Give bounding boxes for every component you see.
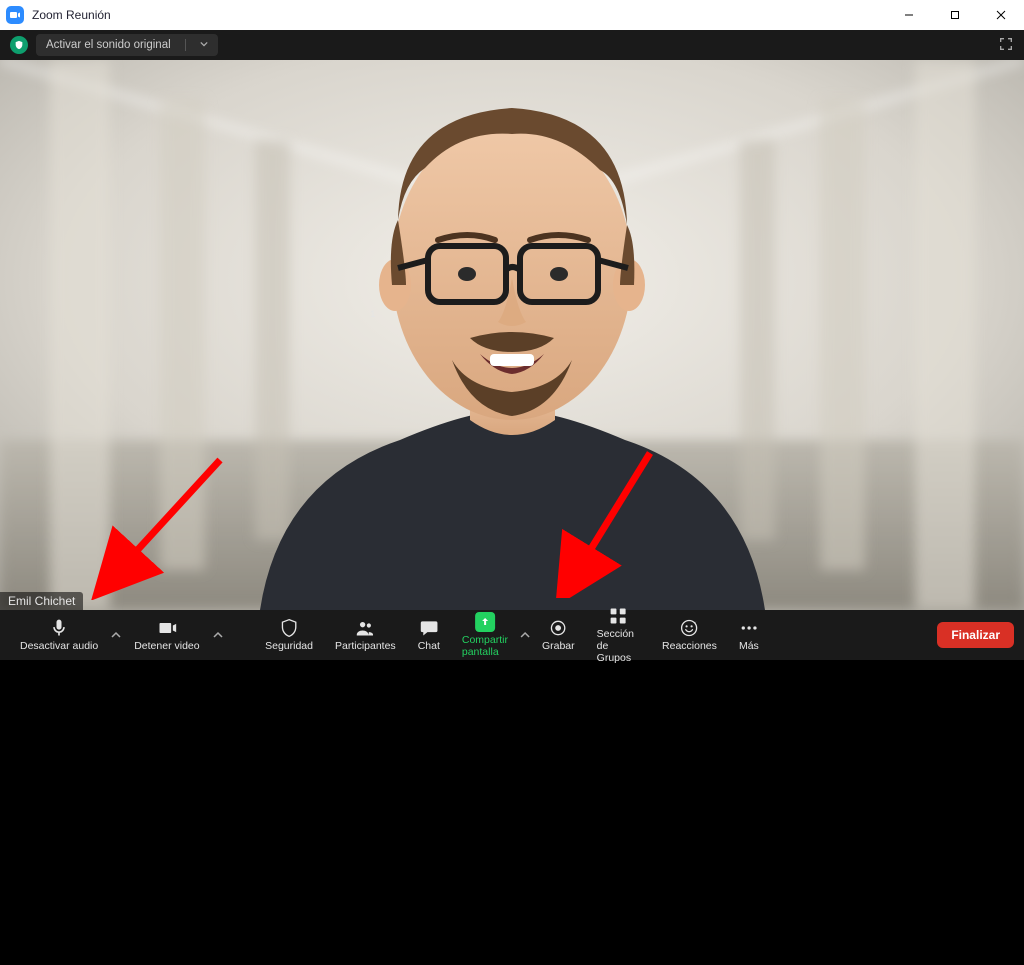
participants-button[interactable]: 1 Participantes	[325, 305, 406, 965]
meeting-top-bar: Activar el sonido original	[0, 30, 1024, 60]
window-minimize-button[interactable]	[886, 0, 932, 30]
original-sound-toggle[interactable]: Activar el sonido original	[36, 34, 218, 56]
participants-count: 1	[370, 309, 375, 319]
mute-label: Desactivar audio	[20, 640, 98, 652]
original-sound-label: Activar el sonido original	[46, 39, 171, 51]
end-meeting-button[interactable]: Finalizar	[937, 622, 1014, 648]
encryption-badge-icon[interactable]	[10, 36, 28, 54]
enter-fullscreen-button[interactable]	[998, 36, 1014, 55]
share-options-caret[interactable]	[520, 305, 530, 965]
share-label: Compartir pantalla	[462, 634, 508, 658]
share-icon	[475, 612, 495, 632]
security-button[interactable]: Seguridad	[255, 305, 323, 965]
chat-label: Chat	[418, 640, 440, 652]
breakout-rooms-button[interactable]: Sección de Grupos	[587, 305, 650, 965]
zoom-logo-icon	[6, 6, 24, 24]
mute-button[interactable]: Desactivar audio	[10, 610, 108, 660]
meeting-toolbar: Desactivar audio Detener video Seguridad…	[0, 610, 1024, 660]
video-label: Detener video	[134, 640, 199, 652]
security-label: Seguridad	[265, 640, 313, 652]
window-maximize-button[interactable]	[932, 0, 978, 30]
breakout-label: Sección de Grupos	[597, 628, 640, 664]
audio-options-caret[interactable]	[108, 610, 124, 660]
window-controls	[886, 0, 1024, 30]
video-options-caret[interactable]	[210, 610, 226, 660]
window-close-button[interactable]	[978, 0, 1024, 30]
record-label: Grabar	[542, 640, 575, 652]
more-label: Más	[739, 640, 759, 652]
chevron-down-icon[interactable]	[200, 39, 208, 51]
video-button[interactable]: Detener video	[124, 610, 209, 660]
record-button[interactable]: Grabar	[532, 305, 585, 965]
window-title: Zoom Reunión	[32, 8, 111, 22]
participant-name-tag: Emil Chichet	[0, 592, 83, 610]
participants-label: Participantes	[335, 640, 396, 652]
share-screen-button[interactable]: Compartir pantalla	[452, 305, 518, 965]
reactions-button[interactable]: Reacciones	[652, 305, 727, 965]
chat-button[interactable]: Chat	[408, 305, 450, 965]
reactions-label: Reacciones	[662, 640, 717, 652]
titlebar: Zoom Reunión	[0, 0, 1024, 30]
more-button[interactable]: Más	[729, 305, 769, 965]
